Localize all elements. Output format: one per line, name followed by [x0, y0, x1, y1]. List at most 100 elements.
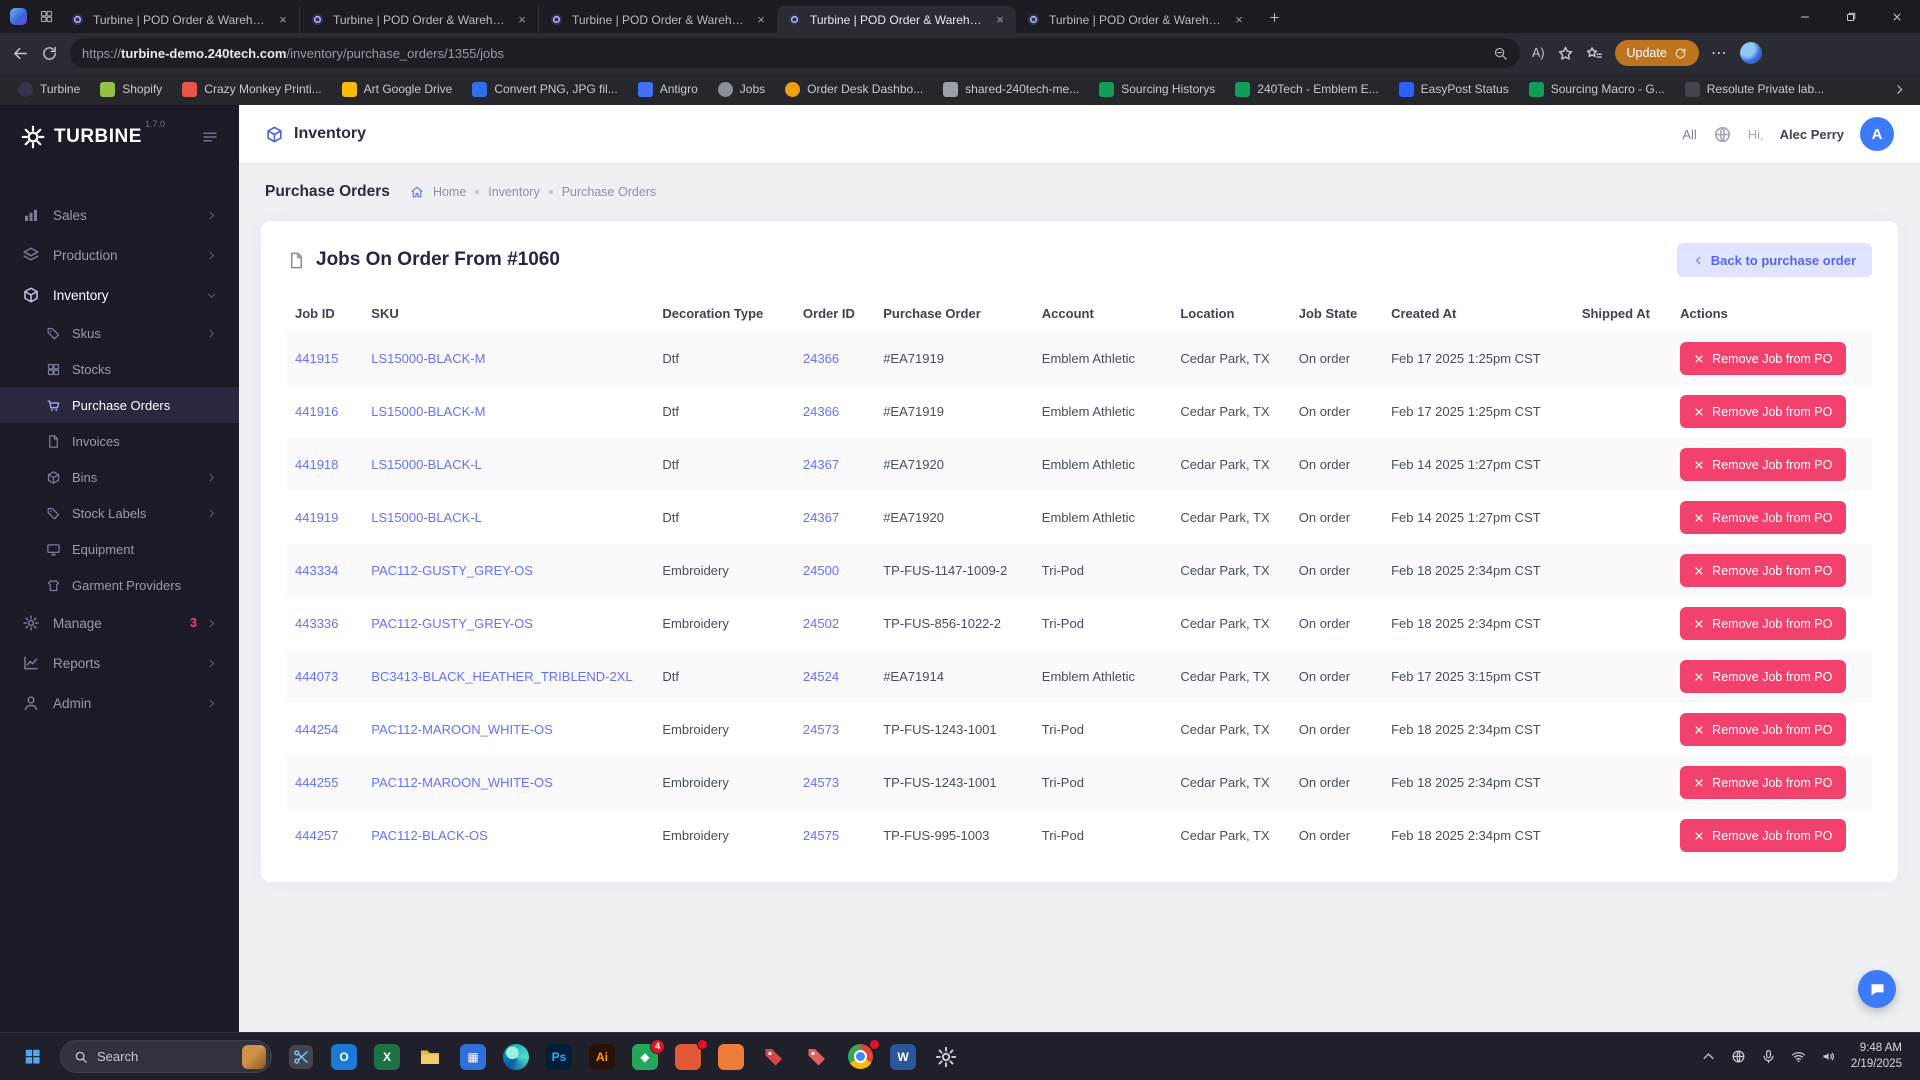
taskbar-app-edge[interactable] — [501, 1042, 531, 1072]
bookmark-shopify[interactable]: Shopify — [92, 78, 170, 101]
mic-icon[interactable] — [1761, 1049, 1776, 1064]
remove-job-button[interactable]: Remove Job from PO — [1680, 660, 1847, 693]
chat-widget-button[interactable] — [1858, 970, 1896, 1008]
zoom-indicator-icon[interactable] — [1493, 46, 1508, 61]
bookmarks-overflow-icon[interactable] — [1893, 83, 1906, 96]
globe-icon[interactable] — [1713, 125, 1732, 144]
taskbar-app-orange-app-2[interactable] — [716, 1042, 746, 1072]
taskbar-app-illustrator[interactable]: Ai — [587, 1042, 617, 1072]
bookmark-antigro[interactable]: Antigro — [630, 78, 706, 101]
back-icon[interactable] — [12, 45, 29, 62]
bookmark-240tech-emblem-e[interactable]: 240Tech - Emblem E... — [1227, 78, 1386, 101]
sidebar-logo[interactable]: TURBINE 1.7.0 — [0, 105, 239, 169]
new-tab-button[interactable] — [1261, 4, 1287, 30]
remove-job-button[interactable]: Remove Job from PO — [1680, 819, 1847, 852]
breadcrumb-inventory[interactable]: Inventory — [488, 185, 539, 199]
sidebar-item-stocks[interactable]: Stocks — [0, 351, 239, 387]
sku-link[interactable]: PAC112-GUSTY_GREY-OS — [371, 563, 533, 578]
hidden-icons-icon[interactable] — [1701, 1049, 1716, 1064]
sku-link[interactable]: PAC112-MAROON_WHITE-OS — [371, 722, 553, 737]
sku-link[interactable]: PAC112-MAROON_WHITE-OS — [371, 775, 553, 790]
job-id-link[interactable]: 443336 — [295, 616, 338, 631]
browser-tab[interactable]: Turbine | POD Order & Warehouse × — [777, 6, 1016, 33]
bookmark-jobs[interactable]: Jobs — [710, 78, 773, 101]
sidebar-item-skus[interactable]: Skus — [0, 315, 239, 351]
tab-close-button[interactable]: × — [514, 12, 530, 28]
taskbar-clock[interactable]: 9:48 AM 2/19/2025 — [1851, 1041, 1902, 1072]
address-bar[interactable]: https://turbine-demo.240tech.com/invento… — [70, 38, 1520, 68]
browser-menu-icon[interactable]: ⋯ — [1711, 43, 1728, 63]
sidebar-item-equipment[interactable]: Equipment — [0, 531, 239, 567]
favorite-star-icon[interactable] — [1557, 45, 1574, 62]
order-id-link[interactable]: 24367 — [803, 510, 839, 525]
favorites-bar-icon[interactable] — [1586, 45, 1603, 62]
remove-job-button[interactable]: Remove Job from PO — [1680, 395, 1847, 428]
bookmark-crazy-monkey-printi[interactable]: Crazy Monkey Printi... — [174, 78, 329, 101]
job-id-link[interactable]: 441916 — [295, 404, 338, 419]
tab-actions-icon[interactable] — [39, 9, 54, 24]
maximize-button[interactable] — [1828, 0, 1874, 33]
browser-tab[interactable]: Turbine | POD Order & Warehouse × — [60, 6, 299, 33]
sku-link[interactable]: LS15000-BLACK-L — [371, 457, 482, 472]
back-to-purchase-order-button[interactable]: Back to purchase order — [1676, 243, 1872, 277]
sku-link[interactable]: LS15000-BLACK-M — [371, 404, 485, 419]
browser-tab[interactable]: Turbine | POD Order & Warehouse × — [538, 6, 777, 33]
sidebar-item-bins[interactable]: Bins — [0, 459, 239, 495]
sku-link[interactable]: BC3413-BLACK_HEATHER_TRIBLEND-2XL — [371, 669, 632, 684]
bookmark-sourcing-macro-g[interactable]: Sourcing Macro - G... — [1521, 78, 1673, 101]
taskbar-app-green-app[interactable]: ◆ 4 — [630, 1038, 665, 1072]
sidebar-item-sales[interactable]: Sales — [0, 195, 239, 235]
job-id-link[interactable]: 441919 — [295, 510, 338, 525]
breadcrumb-home[interactable]: Home — [433, 185, 466, 199]
sidebar-item-purchase-orders[interactable]: Purchase Orders — [0, 387, 239, 423]
job-id-link[interactable]: 444257 — [295, 828, 338, 843]
home-icon[interactable] — [410, 185, 424, 199]
taskbar-app-snipping-tool[interactable] — [286, 1042, 316, 1072]
taskbar-app-chrome[interactable] — [845, 1038, 880, 1072]
read-aloud-icon[interactable]: A) — [1532, 46, 1545, 60]
order-id-link[interactable]: 24367 — [803, 457, 839, 472]
order-id-link[interactable]: 24573 — [803, 775, 839, 790]
sidebar-item-invoices[interactable]: Invoices — [0, 423, 239, 459]
sku-link[interactable]: LS15000-BLACK-M — [371, 351, 485, 366]
bookmark-art-google-drive[interactable]: Art Google Drive — [334, 78, 461, 101]
taskbar-app-file-explorer[interactable] — [415, 1042, 445, 1072]
remove-job-button[interactable]: Remove Job from PO — [1680, 342, 1847, 375]
browser-workspace-icon[interactable] — [10, 8, 27, 25]
sidebar-item-admin[interactable]: Admin — [0, 683, 239, 723]
job-id-link[interactable]: 444073 — [295, 669, 338, 684]
browser-tab[interactable]: Turbine | POD Order & Warehouse × — [1016, 6, 1255, 33]
order-id-link[interactable]: 24502 — [803, 616, 839, 631]
bookmark-resolute-private-lab[interactable]: Resolute Private lab... — [1677, 78, 1832, 101]
bookmark-order-desk-dashbo[interactable]: Order Desk Dashbo... — [777, 78, 931, 101]
job-id-link[interactable]: 444254 — [295, 722, 338, 737]
sku-link[interactable]: PAC112-BLACK-OS — [371, 828, 488, 843]
close-button[interactable] — [1874, 0, 1920, 33]
job-id-link[interactable]: 441915 — [295, 351, 338, 366]
taskbar-app-excel[interactable]: X — [372, 1042, 402, 1072]
sidebar-toggle-icon[interactable] — [201, 128, 219, 146]
bookmark-shared-240tech-me[interactable]: shared-240tech-me... — [935, 78, 1087, 101]
taskbar-app-photoshop[interactable]: Ps — [544, 1042, 574, 1072]
sidebar-item-reports[interactable]: Reports — [0, 643, 239, 683]
user-name[interactable]: Alec Perry — [1780, 127, 1844, 142]
tab-close-button[interactable]: × — [992, 12, 1008, 28]
tab-close-button[interactable]: × — [275, 12, 291, 28]
sku-link[interactable]: PAC112-GUSTY_GREY-OS — [371, 616, 533, 631]
order-id-link[interactable]: 24366 — [803, 351, 839, 366]
sidebar-item-production[interactable]: Production — [0, 235, 239, 275]
browser-tab[interactable]: Turbine | POD Order & Warehouse × — [299, 6, 538, 33]
sku-link[interactable]: LS15000-BLACK-L — [371, 510, 482, 525]
taskbar-app-orange-app[interactable] — [673, 1038, 708, 1072]
sidebar-item-manage[interactable]: Manage 3 — [0, 603, 239, 643]
volume-icon[interactable] — [1821, 1049, 1836, 1064]
network-icon[interactable] — [1731, 1049, 1746, 1064]
bookmark-easypost-status[interactable]: EasyPost Status — [1391, 78, 1517, 101]
all-selector[interactable]: All — [1682, 127, 1696, 142]
tab-close-button[interactable]: × — [753, 12, 769, 28]
taskbar-app-tag-app-2[interactable] — [802, 1042, 832, 1072]
bookmark-convert-png-jpg-fil[interactable]: Convert PNG, JPG fil... — [464, 78, 625, 101]
remove-job-button[interactable]: Remove Job from PO — [1680, 713, 1847, 746]
start-button[interactable] — [14, 1039, 50, 1075]
search-highlights-icon[interactable] — [242, 1044, 266, 1069]
